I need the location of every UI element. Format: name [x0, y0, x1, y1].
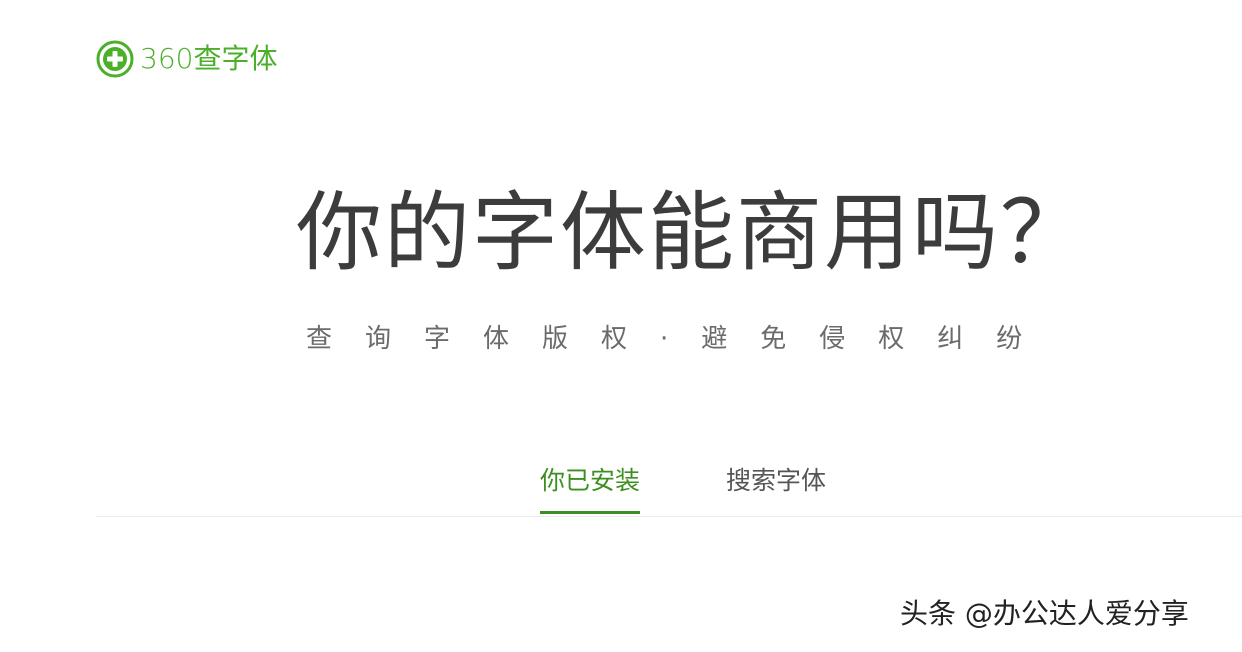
tab-divider: [96, 516, 1242, 517]
watermark-text: 头条 @办公达人爱分享: [900, 597, 1189, 630]
hero-subtitle: 查询字体版权·避免侵权纠纷: [306, 324, 1056, 354]
logo-text: 360查字体: [140, 42, 278, 75]
site-logo[interactable]: 360查字体: [96, 40, 277, 78]
tab-installed-fonts[interactable]: 你已安装: [540, 458, 641, 514]
tab-bar: 你已安装 搜索字体: [540, 458, 826, 514]
tab-search-fonts[interactable]: 搜索字体: [726, 458, 826, 514]
plus-circle-icon: [96, 40, 134, 78]
hero-title: 你的字体能商用吗？: [296, 183, 1088, 283]
